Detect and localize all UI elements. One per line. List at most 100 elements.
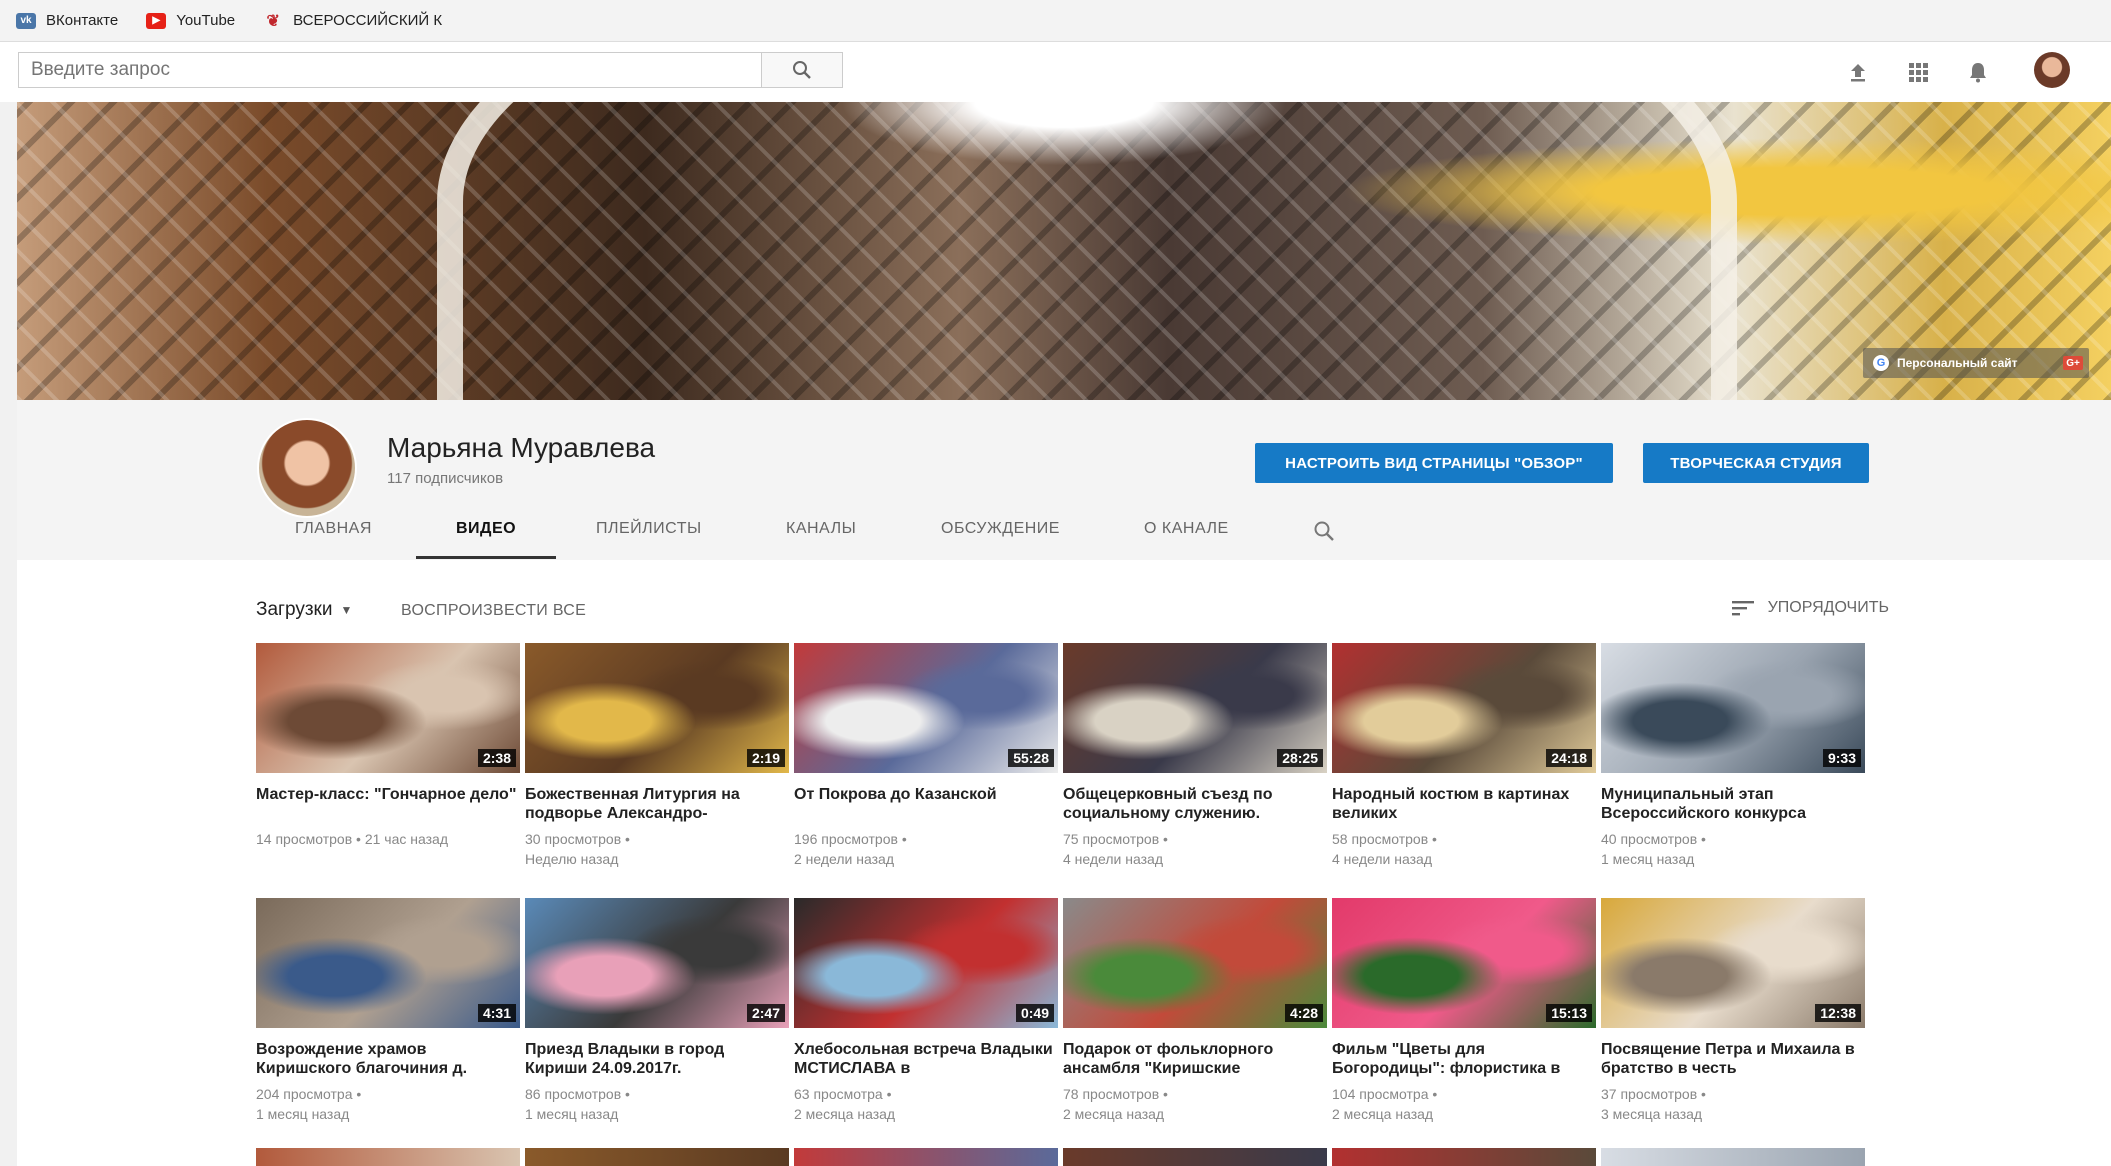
video-thumbnail[interactable]: 24:18: [1332, 643, 1596, 773]
video-thumbnail[interactable]: [525, 1148, 789, 1166]
video-title[interactable]: Муниципальный этап Всероссийского конкур…: [1601, 785, 1865, 823]
sort-icon: [1731, 601, 1754, 616]
tab-about[interactable]: О КАНАЛЕ: [1144, 520, 1229, 538]
channel-search-icon[interactable]: [1313, 520, 1335, 542]
personal-site-link[interactable]: G Персональный сайт G+: [1863, 348, 2089, 378]
video-thumbnail[interactable]: 4:31: [256, 898, 520, 1028]
video-views: 196 просмотров •: [794, 831, 907, 847]
creator-studio-button[interactable]: ТВОРЧЕСКАЯ СТУДИЯ: [1643, 443, 1869, 483]
video-views: 58 просмотров •: [1332, 831, 1437, 847]
video-duration: 2:47: [746, 1004, 785, 1022]
youtube-icon: ▶: [146, 12, 167, 29]
video-age: 1 месяц назад: [256, 1106, 350, 1122]
notifications-button[interactable]: [1962, 56, 1994, 88]
video-thumbnail[interactable]: 28:25: [1063, 643, 1327, 773]
video-thumbnail[interactable]: 2:47: [525, 898, 789, 1028]
video-card[interactable]: 2:47 Приезд Владыки в город Кириши 24.09.…: [525, 898, 789, 1124]
video-thumbnail[interactable]: 55:28: [794, 643, 1058, 773]
bell-icon: [1970, 63, 1986, 83]
video-card[interactable]: 15:13 Фильм "Цветы для Богородицы": флори…: [1332, 898, 1596, 1124]
video-card[interactable]: 4:28 Подарок от фольклорного ансамбля "Ки…: [1063, 898, 1327, 1124]
flame-icon: ❦: [266, 12, 280, 30]
bookmarks-bar: vk ВКонтакте ▶ YouTube ❦ ВСЕРОССИЙСКИЙ К: [0, 0, 2111, 42]
video-card[interactable]: 4:31 Возрождение храмов Киришского благоч…: [256, 898, 520, 1124]
bookmark-vserossiysky[interactable]: ❦ ВСЕРОССИЙСКИЙ К: [263, 12, 442, 30]
tab-videos[interactable]: ВИДЕО: [456, 520, 516, 538]
video-thumbnail[interactable]: [1601, 1148, 1865, 1166]
tab-home[interactable]: ГЛАВНАЯ: [295, 520, 372, 538]
video-title[interactable]: Возрождение храмов Киришского благочиния…: [256, 1040, 520, 1078]
video-card[interactable]: 28:25 Общецерковный съезд по социальному …: [1063, 643, 1327, 869]
video-meta: 40 просмотров • 1 месяц назад: [1601, 829, 1865, 869]
video-thumbnail[interactable]: 2:38: [256, 643, 520, 773]
play-all-button[interactable]: ВОСПРОИЗВЕСТИ ВСЕ: [401, 602, 586, 620]
video-title[interactable]: Общецерковный съезд по социальному служе…: [1063, 785, 1327, 823]
video-thumbnail[interactable]: [256, 1148, 520, 1166]
search-input[interactable]: [19, 53, 761, 87]
video-card[interactable]: 0:49 Хлебосольная встреча Владыки МСТИСЛА…: [794, 898, 1058, 1124]
video-thumbnail[interactable]: [794, 1148, 1058, 1166]
tab-channels[interactable]: КАНАЛЫ: [786, 520, 856, 538]
bookmark-youtube[interactable]: ▶ YouTube: [146, 12, 235, 29]
video-title[interactable]: Божественная Литургия на подворье Алекса…: [525, 785, 789, 823]
video-views: 78 просмотров •: [1063, 1086, 1168, 1102]
video-duration: 4:28: [1284, 1004, 1323, 1022]
video-age: 2 месяца назад: [1063, 1106, 1165, 1122]
video-duration: 24:18: [1546, 749, 1592, 767]
video-views: 63 просмотра •: [794, 1086, 892, 1102]
video-thumbnail[interactable]: 2:19: [525, 643, 789, 773]
video-title[interactable]: Народный костюм в картинах великих: [1332, 785, 1596, 823]
bookmark-vkontakte[interactable]: vk ВКонтакте: [16, 12, 118, 29]
video-thumbnail[interactable]: 0:49: [794, 898, 1058, 1028]
uploads-dropdown[interactable]: Загрузки ▼: [256, 599, 352, 621]
account-avatar[interactable]: [2034, 52, 2070, 88]
video-age: 2 месяца назад: [794, 1106, 896, 1122]
video-thumbnail[interactable]: 4:28: [1063, 898, 1327, 1028]
video-meta: 86 просмотров • 1 месяц назад: [525, 1084, 789, 1124]
video-thumbnail[interactable]: 12:38: [1601, 898, 1865, 1028]
video-title[interactable]: От Покрова до Казанской: [794, 785, 1058, 823]
video-duration: 15:13: [1546, 1004, 1592, 1022]
video-title[interactable]: Фильм "Цветы для Богородицы": флористика…: [1332, 1040, 1596, 1078]
video-meta: 204 просмотра • 1 месяц назад: [256, 1084, 520, 1124]
channel-tabs: ГЛАВНАЯ ВИДЕО ПЛЕЙЛИСТЫ КАНАЛЫ ОБСУЖДЕНИ…: [17, 498, 2111, 560]
apps-button[interactable]: [1902, 56, 1934, 88]
sort-label: УПОРЯДОЧИТЬ: [1767, 599, 1889, 616]
tab-discussion[interactable]: ОБСУЖДЕНИЕ: [941, 520, 1060, 538]
channel-name: Марьяна Муравлева: [387, 432, 656, 463]
video-card[interactable]: 24:18 Народный костюм в картинах великих 5…: [1332, 643, 1596, 869]
video-card[interactable]: 55:28 От Покрова до Казанской 196 просмотр…: [794, 643, 1058, 869]
video-thumbnail[interactable]: 15:13: [1332, 898, 1596, 1028]
video-card[interactable]: 9:33 Муниципальный этап Всероссийского ко…: [1601, 643, 1865, 869]
video-thumbnail[interactable]: [1063, 1148, 1327, 1166]
video-age: 3 месяца назад: [1601, 1106, 1703, 1122]
upload-button[interactable]: [1842, 56, 1874, 88]
video-age: 1 месяц назад: [1601, 851, 1695, 867]
video-views: 104 просмотра •: [1332, 1086, 1438, 1102]
video-views: 86 просмотров •: [525, 1086, 630, 1102]
caret-down-icon: ▼: [340, 603, 353, 617]
video-duration: 2:38: [477, 749, 516, 767]
video-duration: 28:25: [1277, 749, 1323, 767]
video-thumbnail[interactable]: 9:33: [1601, 643, 1865, 773]
video-duration: 12:38: [1815, 1004, 1861, 1022]
apps-icon: [1909, 63, 1928, 82]
video-card[interactable]: 12:38 Посвящение Петра и Михаила в братст…: [1601, 898, 1865, 1124]
video-thumbnail[interactable]: [1332, 1148, 1596, 1166]
tab-playlists[interactable]: ПЛЕЙЛИСТЫ: [596, 520, 702, 538]
video-title[interactable]: Подарок от фольклорного ансамбля "Киришс…: [1063, 1040, 1327, 1078]
google-plus-icon[interactable]: G+: [2063, 356, 2083, 370]
video-card[interactable]: 2:19 Божественная Литургия на подворье Ал…: [525, 643, 789, 869]
video-title[interactable]: Хлебосольная встреча Владыки МСТИСЛАВА в: [794, 1040, 1058, 1078]
sort-button[interactable]: УПОРЯДОЧИТЬ: [1731, 599, 1889, 617]
video-title[interactable]: Мастер-класс: "Гончарное дело": [256, 785, 520, 823]
video-title[interactable]: Посвящение Петра и Михаила в братство в …: [1601, 1040, 1865, 1078]
search-icon: [793, 61, 811, 79]
video-title[interactable]: Приезд Владыки в город Кириши 24.09.2017…: [525, 1040, 789, 1078]
video-card[interactable]: 2:38 Мастер-класс: "Гончарное дело" 14 про…: [256, 643, 520, 849]
video-meta: 104 просмотра • 2 месяца назад: [1332, 1084, 1596, 1124]
customize-overview-button[interactable]: НАСТРОИТЬ ВИД СТРАНИЦЫ "ОБЗОР": [1255, 443, 1613, 483]
video-meta: 14 просмотров • 21 час назад: [256, 829, 520, 849]
uploads-label: Загрузки: [256, 599, 333, 620]
search-button[interactable]: [761, 53, 842, 87]
